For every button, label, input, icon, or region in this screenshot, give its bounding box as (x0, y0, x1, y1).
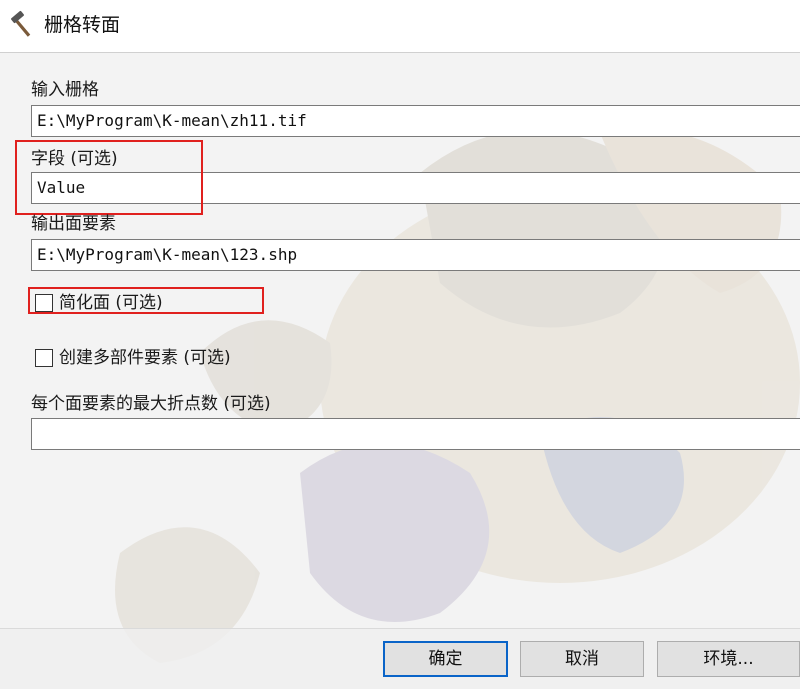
output-features-label: 输出面要素 (31, 214, 116, 234)
field-label: 字段 (可选) (31, 149, 118, 169)
ok-button[interactable]: 确定 (383, 641, 508, 677)
window-title: 栅格转面 (44, 14, 121, 36)
simplify-checkbox[interactable] (35, 294, 53, 312)
title-bar: 栅格转面 (0, 0, 800, 53)
background-artwork (115, 129, 800, 663)
output-features-field[interactable]: E:\MyProgram\K-mean\123.shp (31, 239, 800, 271)
cancel-button[interactable]: 取消 (520, 641, 644, 677)
raster-to-polygon-dialog: 栅格转面 输入栅格 E:\MyProgram\K-mean\zh11.tif 字… (0, 0, 800, 689)
multipart-checkbox[interactable] (35, 349, 53, 367)
simplify-label: 简化面 (可选) (59, 293, 163, 313)
max-vertices-label: 每个面要素的最大折点数 (可选) (31, 394, 271, 414)
max-vertices-field[interactable] (31, 418, 800, 450)
input-raster-label: 输入栅格 (31, 80, 99, 100)
multipart-label: 创建多部件要素 (可选) (59, 348, 231, 368)
environments-button[interactable]: 环境... (657, 641, 800, 677)
hammer-icon (11, 10, 31, 37)
input-raster-field[interactable]: E:\MyProgram\K-mean\zh11.tif (31, 105, 800, 137)
field-select[interactable]: Value (31, 172, 800, 204)
